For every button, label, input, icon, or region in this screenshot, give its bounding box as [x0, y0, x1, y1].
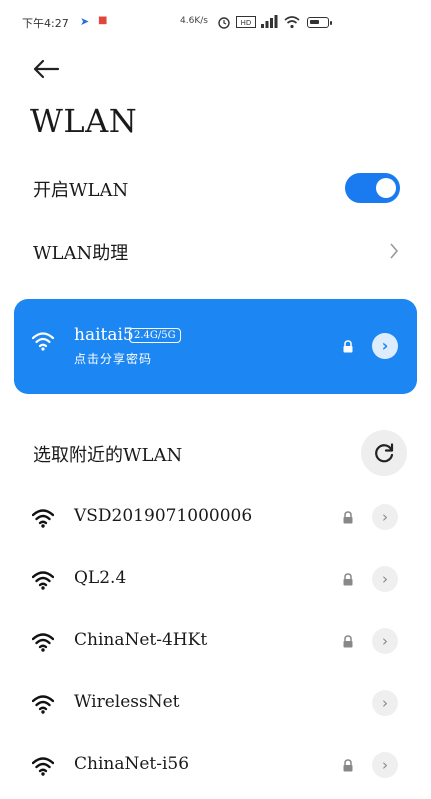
wifi-icon — [32, 571, 54, 590]
band-badge: 2.4G/5G — [129, 328, 181, 343]
network-details-button[interactable]: › — [372, 628, 398, 654]
chevron-right-icon — [390, 243, 399, 259]
lock-icon — [343, 759, 353, 772]
nearby-wlan-label: 选取附近的WLAN — [33, 445, 183, 466]
wlan-toggle-label: 开启WLAN — [33, 180, 129, 201]
wlan-toggle[interactable] — [345, 173, 400, 203]
network-details-button[interactable]: › — [372, 752, 398, 778]
alarm-icon — [218, 17, 230, 29]
refresh-icon — [375, 443, 394, 463]
wifi-icon — [32, 332, 54, 351]
network-list-item[interactable]: VSD2019071000006 › — [0, 489, 431, 551]
network-details-button[interactable]: › — [372, 566, 398, 592]
lock-icon — [343, 635, 353, 648]
chevron-right-icon: › — [381, 336, 389, 355]
send-icon: ➤ — [80, 15, 90, 28]
wifi-icon — [32, 633, 54, 652]
svg-text:HD: HD — [241, 19, 252, 27]
volte-icon: HD — [236, 16, 256, 28]
connected-ssid: haitai5 — [74, 325, 134, 345]
network-name: QL2.4 — [74, 568, 127, 588]
network-name: ChinaNet-4HKt — [74, 630, 208, 650]
wlan-assistant-row[interactable]: WLAN助理 — [0, 225, 431, 277]
wifi-icon — [32, 695, 54, 714]
chevron-right-icon: › — [382, 756, 388, 774]
chevron-right-icon: › — [382, 694, 388, 712]
refresh-button[interactable] — [361, 430, 407, 476]
network-speed: 4.6K/s — [180, 16, 208, 26]
wlan-assistant-label: WLAN助理 — [33, 243, 129, 264]
network-name: WirelessNet — [74, 692, 180, 712]
signal-icon — [261, 15, 278, 28]
wifi-icon — [32, 509, 54, 528]
battery-icon — [307, 17, 332, 28]
lock-icon — [343, 511, 353, 524]
wifi-icon — [32, 757, 54, 776]
network-list-item[interactable]: WirelessNet › — [0, 675, 431, 737]
network-details-button[interactable]: › — [372, 333, 398, 359]
back-arrow-icon[interactable] — [30, 54, 62, 84]
network-list-item[interactable]: ChinaNet-4HKt › — [0, 613, 431, 675]
network-details-button[interactable]: › — [372, 690, 398, 716]
network-list-item[interactable]: ChinaNet-i56 › — [0, 737, 431, 799]
chevron-right-icon: › — [382, 508, 388, 526]
network-name: ChinaNet-i56 — [74, 754, 190, 774]
share-password-text: 点击分享密码 — [74, 352, 153, 366]
connected-network-card[interactable]: haitai5 2.4G/5G 点击分享密码 › — [14, 299, 417, 394]
wifi-status-icon — [284, 16, 300, 29]
chevron-right-icon: › — [382, 632, 388, 650]
network-name: VSD2019071000006 — [74, 506, 253, 526]
network-list-item[interactable]: QL2.4 › — [0, 551, 431, 613]
lock-icon — [343, 573, 353, 586]
status-time: 下午4:27 — [22, 17, 69, 30]
chevron-right-icon: › — [382, 570, 388, 588]
page-title: WLAN — [30, 102, 138, 140]
toggle-knob — [376, 178, 396, 198]
app-notification-icon: ■ — [98, 15, 108, 26]
network-details-button[interactable]: › — [372, 504, 398, 530]
lock-icon — [343, 340, 353, 353]
status-bar: 下午4:27 ➤ ■ 4.6K/s HD — [0, 10, 431, 38]
